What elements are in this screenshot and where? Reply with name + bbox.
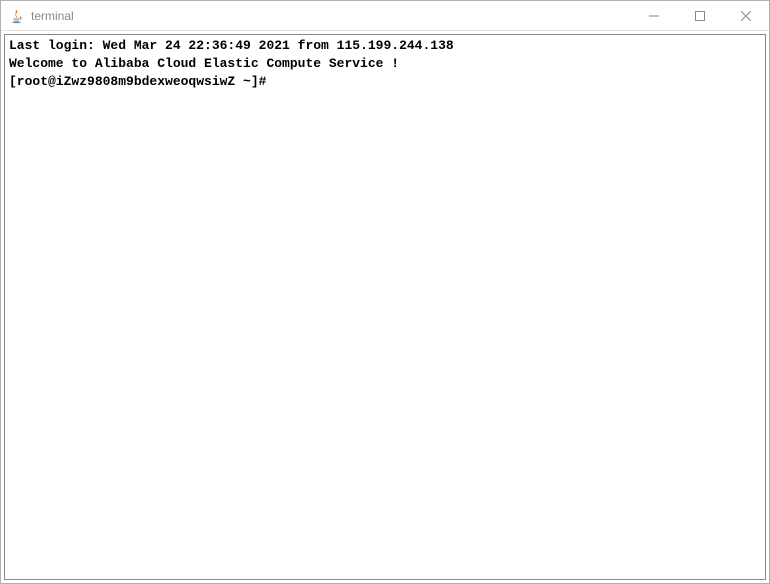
minimize-button[interactable]: [631, 1, 677, 30]
terminal-output-line: Welcome to Alibaba Cloud Elastic Compute…: [9, 55, 761, 73]
window-controls: [631, 1, 769, 30]
java-app-icon: [9, 8, 25, 24]
terminal-output-line: Last login: Wed Mar 24 22:36:49 2021 fro…: [9, 37, 761, 55]
terminal-content[interactable]: Last login: Wed Mar 24 22:36:49 2021 fro…: [4, 34, 766, 580]
window-frame: terminal Last login: Wed Mar 24 22:36:49…: [0, 0, 770, 584]
maximize-button[interactable]: [677, 1, 723, 30]
window-title: terminal: [31, 9, 74, 23]
close-button[interactable]: [723, 1, 769, 30]
terminal-prompt: [root@iZwz9808m9bdexweoqwsiwZ ~]#: [9, 74, 274, 89]
titlebar[interactable]: terminal: [1, 1, 769, 31]
